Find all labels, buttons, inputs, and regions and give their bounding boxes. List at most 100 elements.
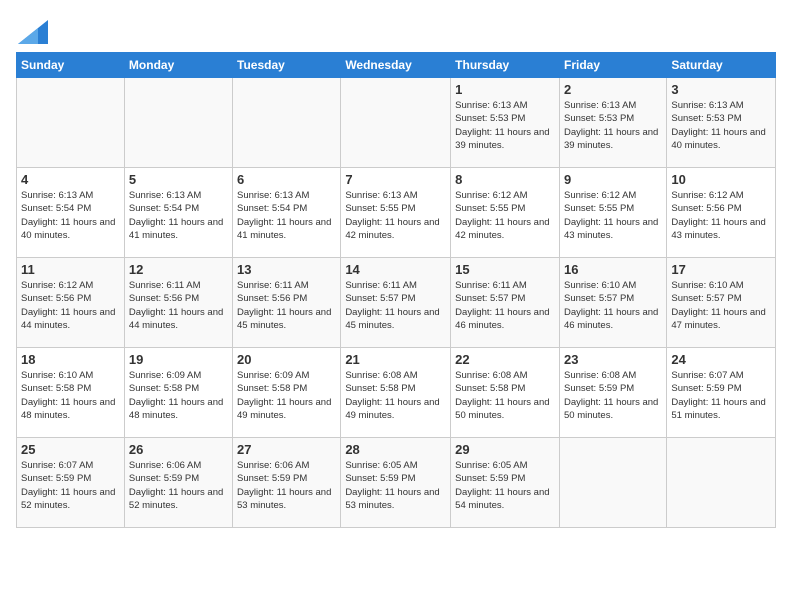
day-info: Sunrise: 6:09 AM Sunset: 5:58 PM Dayligh… [237, 369, 336, 422]
calendar-cell: 21 Sunrise: 6:08 AM Sunset: 5:58 PM Dayli… [341, 348, 451, 438]
calendar-cell: 10 Sunrise: 6:12 AM Sunset: 5:56 PM Dayli… [667, 168, 776, 258]
calendar-cell: 28Sunrise: 6:05 AM Sunset: 5:59 PM Dayli… [341, 438, 451, 528]
day-info: Sunrise: 6:11 AM Sunset: 5:57 PM Dayligh… [345, 279, 446, 332]
day-number: 22 [455, 352, 555, 367]
day-info: Sunrise: 6:13 AM Sunset: 5:55 PM Dayligh… [345, 189, 446, 242]
calendar-cell [341, 78, 451, 168]
day-number: 17 [671, 262, 771, 277]
day-number: 27 [237, 442, 336, 457]
day-info: Sunrise: 6:07 AM Sunset: 5:59 PM Dayligh… [21, 459, 120, 512]
day-info: Sunrise: 6:13 AM Sunset: 5:54 PM Dayligh… [129, 189, 228, 242]
calendar-cell [233, 78, 341, 168]
calendar-cell: 7 Sunrise: 6:13 AM Sunset: 5:55 PM Daylig… [341, 168, 451, 258]
calendar-cell: 6Sunrise: 6:13 AM Sunset: 5:54 PM Daylig… [233, 168, 341, 258]
col-header-saturday: Saturday [667, 53, 776, 78]
calendar-cell: 29 Sunrise: 6:05 AM Sunset: 5:59 PM Dayli… [451, 438, 560, 528]
day-number: 10 [671, 172, 771, 187]
day-info: Sunrise: 6:12 AM Sunset: 5:56 PM Dayligh… [671, 189, 771, 242]
day-info: Sunrise: 6:08 AM Sunset: 5:58 PM Dayligh… [345, 369, 446, 422]
day-number: 11 [21, 262, 120, 277]
day-number: 25 [21, 442, 120, 457]
calendar-cell: 16 Sunrise: 6:10 AM Sunset: 5:57 PM Dayli… [559, 258, 666, 348]
calendar-cell: 2 Sunrise: 6:13 AM Sunset: 5:53 PM Daylig… [559, 78, 666, 168]
day-info: Sunrise: 6:06 AM Sunset: 5:59 PM Dayligh… [129, 459, 228, 512]
calendar-cell: 11 Sunrise: 6:12 AM Sunset: 5:56 PM Dayli… [17, 258, 125, 348]
day-info: Sunrise: 6:08 AM Sunset: 5:58 PM Dayligh… [455, 369, 555, 422]
day-info: Sunrise: 6:13 AM Sunset: 5:53 PM Dayligh… [564, 99, 662, 152]
calendar-cell: 1 Sunrise: 6:13 AM Sunset: 5:53 PM Daylig… [451, 78, 560, 168]
day-number: 24 [671, 352, 771, 367]
calendar-week-1: 4 Sunrise: 6:13 AM Sunset: 5:54 PM Daylig… [17, 168, 776, 258]
calendar-cell: 27 Sunrise: 6:06 AM Sunset: 5:59 PM Dayli… [233, 438, 341, 528]
calendar-cell: 24 Sunrise: 6:07 AM Sunset: 5:59 PM Dayli… [667, 348, 776, 438]
day-info: Sunrise: 6:11 AM Sunset: 5:56 PM Dayligh… [237, 279, 336, 332]
calendar-week-4: 25 Sunrise: 6:07 AM Sunset: 5:59 PM Dayli… [17, 438, 776, 528]
day-info: Sunrise: 6:10 AM Sunset: 5:58 PM Dayligh… [21, 369, 120, 422]
day-info: Sunrise: 6:06 AM Sunset: 5:59 PM Dayligh… [237, 459, 336, 512]
calendar-cell: 17Sunrise: 6:10 AM Sunset: 5:57 PM Dayli… [667, 258, 776, 348]
day-info: Sunrise: 6:11 AM Sunset: 5:56 PM Dayligh… [129, 279, 228, 332]
calendar-cell: 15 Sunrise: 6:11 AM Sunset: 5:57 PM Dayli… [451, 258, 560, 348]
day-number: 16 [564, 262, 662, 277]
day-number: 14 [345, 262, 446, 277]
col-header-monday: Monday [124, 53, 232, 78]
day-info: Sunrise: 6:11 AM Sunset: 5:57 PM Dayligh… [455, 279, 555, 332]
day-number: 21 [345, 352, 446, 367]
day-number: 20 [237, 352, 336, 367]
day-number: 1 [455, 82, 555, 97]
day-number: 15 [455, 262, 555, 277]
day-info: Sunrise: 6:13 AM Sunset: 5:53 PM Dayligh… [455, 99, 555, 152]
calendar-cell: 14 Sunrise: 6:11 AM Sunset: 5:57 PM Dayli… [341, 258, 451, 348]
day-info: Sunrise: 6:12 AM Sunset: 5:55 PM Dayligh… [455, 189, 555, 242]
calendar-cell: 25 Sunrise: 6:07 AM Sunset: 5:59 PM Dayli… [17, 438, 125, 528]
col-header-friday: Friday [559, 53, 666, 78]
calendar-cell: 12 Sunrise: 6:11 AM Sunset: 5:56 PM Dayli… [124, 258, 232, 348]
calendar-cell [124, 78, 232, 168]
calendar-week-3: 18 Sunrise: 6:10 AM Sunset: 5:58 PM Dayli… [17, 348, 776, 438]
calendar-cell: 9Sunrise: 6:12 AM Sunset: 5:55 PM Daylig… [559, 168, 666, 258]
calendar-cell: 8 Sunrise: 6:12 AM Sunset: 5:55 PM Daylig… [451, 168, 560, 258]
calendar-cell: 26 Sunrise: 6:06 AM Sunset: 5:59 PM Dayli… [124, 438, 232, 528]
day-number: 8 [455, 172, 555, 187]
day-number: 3 [671, 82, 771, 97]
calendar-week-2: 11 Sunrise: 6:12 AM Sunset: 5:56 PM Dayli… [17, 258, 776, 348]
calendar-cell [559, 438, 666, 528]
day-info: Sunrise: 6:12 AM Sunset: 5:56 PM Dayligh… [21, 279, 120, 332]
calendar-cell [17, 78, 125, 168]
day-info: Sunrise: 6:07 AM Sunset: 5:59 PM Dayligh… [671, 369, 771, 422]
day-number: 4 [21, 172, 120, 187]
day-number: 29 [455, 442, 555, 457]
day-number: 2 [564, 82, 662, 97]
day-number: 18 [21, 352, 120, 367]
calendar-cell: 3 Sunrise: 6:13 AM Sunset: 5:53 PM Daylig… [667, 78, 776, 168]
calendar-cell: 5 Sunrise: 6:13 AM Sunset: 5:54 PM Daylig… [124, 168, 232, 258]
day-info: Sunrise: 6:13 AM Sunset: 5:53 PM Dayligh… [671, 99, 771, 152]
day-number: 13 [237, 262, 336, 277]
day-info: Sunrise: 6:10 AM Sunset: 5:57 PM Dayligh… [564, 279, 662, 332]
logo-icon [18, 20, 48, 44]
calendar-cell: 23 Sunrise: 6:08 AM Sunset: 5:59 PM Dayli… [559, 348, 666, 438]
calendar-cell: 18 Sunrise: 6:10 AM Sunset: 5:58 PM Dayli… [17, 348, 125, 438]
page-header [16, 16, 776, 44]
logo [16, 20, 48, 44]
day-number: 19 [129, 352, 228, 367]
calendar-cell: 19Sunrise: 6:09 AM Sunset: 5:58 PM Dayli… [124, 348, 232, 438]
col-header-wednesday: Wednesday [341, 53, 451, 78]
calendar-cell: 4 Sunrise: 6:13 AM Sunset: 5:54 PM Daylig… [17, 168, 125, 258]
day-number: 7 [345, 172, 446, 187]
day-number: 12 [129, 262, 228, 277]
day-info: Sunrise: 6:13 AM Sunset: 5:54 PM Dayligh… [21, 189, 120, 242]
day-info: Sunrise: 6:13 AM Sunset: 5:54 PM Dayligh… [237, 189, 336, 242]
calendar-cell [667, 438, 776, 528]
day-info: Sunrise: 6:08 AM Sunset: 5:59 PM Dayligh… [564, 369, 662, 422]
day-number: 9 [564, 172, 662, 187]
day-number: 23 [564, 352, 662, 367]
calendar-week-0: 1 Sunrise: 6:13 AM Sunset: 5:53 PM Daylig… [17, 78, 776, 168]
col-header-thursday: Thursday [451, 53, 560, 78]
day-info: Sunrise: 6:05 AM Sunset: 5:59 PM Dayligh… [455, 459, 555, 512]
day-number: 26 [129, 442, 228, 457]
col-header-sunday: Sunday [17, 53, 125, 78]
calendar-table: SundayMondayTuesdayWednesdayThursdayFrid… [16, 52, 776, 528]
day-number: 5 [129, 172, 228, 187]
calendar-cell: 22 Sunrise: 6:08 AM Sunset: 5:58 PM Dayli… [451, 348, 560, 438]
